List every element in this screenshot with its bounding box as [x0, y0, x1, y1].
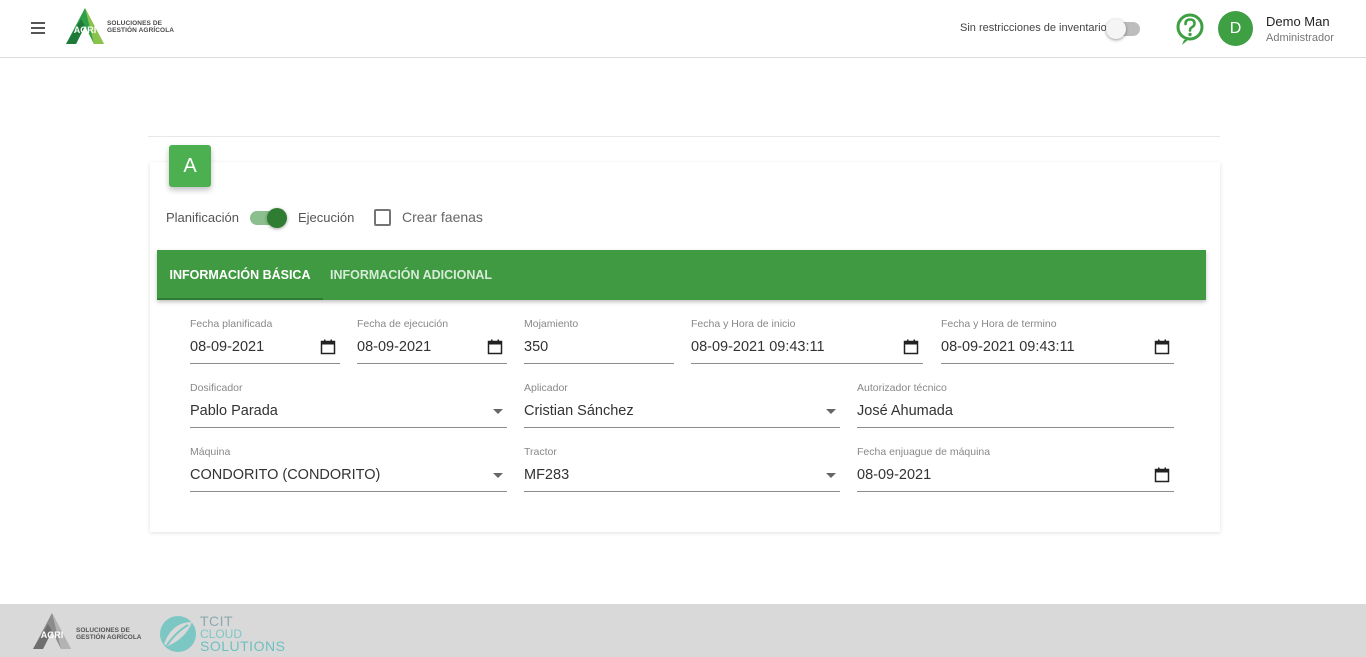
create-tasks-label: Crear faenas — [402, 209, 483, 225]
dispenser-label: Dosificador — [190, 382, 243, 394]
footer-logo2-line3: SOLUTIONS — [200, 638, 286, 654]
planned-date-label: Fecha planificada — [190, 318, 273, 330]
logo-text: SOLUCIONES DE GESTIÓN AGRÍCOLA — [107, 20, 175, 34]
tractor-label: Tractor — [524, 446, 557, 458]
mode-execution-label: Ejecución — [298, 210, 355, 225]
divider — [148, 136, 1220, 137]
agri-logo[interactable]: AGRI SOLUCIONES DE GESTIÓN AGRÍCOLA — [64, 6, 174, 48]
tab-bar: INFORMACIÓN BÁSICA INFORMACIÓN ADICIONAL — [157, 250, 1206, 300]
section-badge: A — [169, 145, 211, 187]
footer-logo1-text: SOLUCIONES DE GESTIÓN AGRÍCOLA — [76, 627, 142, 641]
planned-date-value: 08-09-2021 — [190, 339, 265, 355]
dropdown-caret-icon[interactable] — [493, 409, 503, 414]
dropdown-caret-icon[interactable] — [493, 473, 503, 478]
machine-rinse-date-label: Fecha enjuague de máquina — [857, 446, 991, 458]
tractor-value: MF283 — [524, 467, 570, 483]
svg-text:AGRI: AGRI — [74, 25, 97, 35]
start-datetime-label: Fecha y Hora de inicio — [691, 318, 796, 330]
planned-date-field[interactable]: Fecha planificada 08-09-2021 — [190, 318, 340, 364]
applicator-value: Cristian Sánchez — [524, 403, 634, 419]
machine-label: Máquina — [190, 446, 231, 458]
machine-value: CONDORITO (CONDORITO) — [190, 467, 381, 483]
mode-planning-label: Planificación — [166, 210, 239, 225]
end-datetime-label: Fecha y Hora de termino — [941, 318, 1057, 330]
tab-basic-info[interactable]: INFORMACIÓN BÁSICA — [157, 250, 323, 300]
user-role: Administrador — [1266, 32, 1334, 44]
execution-date-value: 08-09-2021 — [357, 339, 432, 355]
calendar-icon[interactable] — [320, 339, 336, 355]
user-name: Demo Man — [1266, 14, 1330, 29]
execution-date-label: Fecha de ejecución — [357, 318, 449, 330]
calendar-icon[interactable] — [1154, 467, 1170, 483]
footer-tcit-logo: TCIT CLOUD SOLUTIONS — [158, 612, 288, 654]
hamburger-menu-icon[interactable] — [28, 18, 48, 38]
end-datetime-value: 08-09-2021 09:43:11 — [941, 339, 1075, 355]
machine-select[interactable]: Máquina CONDORITO (CONDORITO) — [190, 446, 507, 492]
calendar-icon[interactable] — [903, 339, 919, 355]
top-app-bar: AGRI SOLUCIONES DE GESTIÓN AGRÍCOLA Sin … — [0, 0, 1366, 58]
planning-execution-switch[interactable] — [250, 208, 287, 228]
machine-rinse-date-value: 08-09-2021 — [857, 467, 932, 483]
avatar[interactable]: D — [1218, 11, 1253, 46]
agri-logo-mark: AGRI — [66, 8, 104, 44]
dispenser-select[interactable]: Dosificador Pablo Parada — [190, 382, 507, 428]
applicator-select[interactable]: Aplicador Cristian Sánchez — [524, 382, 840, 428]
create-tasks-checkbox[interactable] — [374, 209, 391, 226]
footer: AGRI SOLUCIONES DE GESTIÓN AGRÍCOLA TCIT… — [0, 604, 1366, 657]
applicator-label: Aplicador — [524, 382, 568, 394]
dispenser-value: Pablo Parada — [190, 403, 278, 419]
wetting-label: Mojamiento — [524, 318, 579, 330]
technical-authorizer-label: Autorizador técnico — [857, 382, 947, 394]
tab-additional-info[interactable]: INFORMACIÓN ADICIONAL — [323, 250, 499, 300]
execution-date-field[interactable]: Fecha de ejecución 08-09-2021 — [357, 318, 507, 364]
footer-agri-logo: AGRI SOLUCIONES DE GESTIÓN AGRÍCOLA — [30, 611, 150, 653]
start-datetime-value: 08-09-2021 09:43:11 — [691, 339, 825, 355]
technical-authorizer-value: José Ahumada — [857, 403, 953, 419]
wetting-value: 350 — [524, 339, 549, 355]
calendar-icon[interactable] — [1154, 339, 1170, 355]
footer-agri-logo-mark: AGRI — [33, 613, 71, 649]
tractor-select[interactable]: Tractor MF283 — [524, 446, 840, 492]
start-datetime-field[interactable]: Fecha y Hora de inicio 08-09-2021 09:43:… — [691, 318, 923, 364]
end-datetime-field[interactable]: Fecha y Hora de termino 08-09-2021 09:43… — [941, 318, 1174, 364]
wetting-field[interactable]: Mojamiento 350 — [524, 318, 674, 364]
technical-authorizer-field[interactable]: Autorizador técnico José Ahumada — [857, 382, 1174, 428]
inventory-restriction-toggle[interactable] — [1106, 19, 1140, 39]
svg-text:AGRI: AGRI — [41, 630, 64, 640]
dropdown-caret-icon[interactable] — [826, 473, 836, 478]
dropdown-caret-icon[interactable] — [826, 409, 836, 414]
help-circle-icon[interactable] — [1174, 12, 1206, 46]
inventory-restriction-label: Sin restricciones de inventario — [960, 22, 1107, 34]
leaf-logo-icon — [160, 616, 196, 652]
calendar-icon[interactable] — [487, 339, 503, 355]
machine-rinse-date-field[interactable]: Fecha enjuague de máquina 08-09-2021 — [857, 446, 1174, 492]
